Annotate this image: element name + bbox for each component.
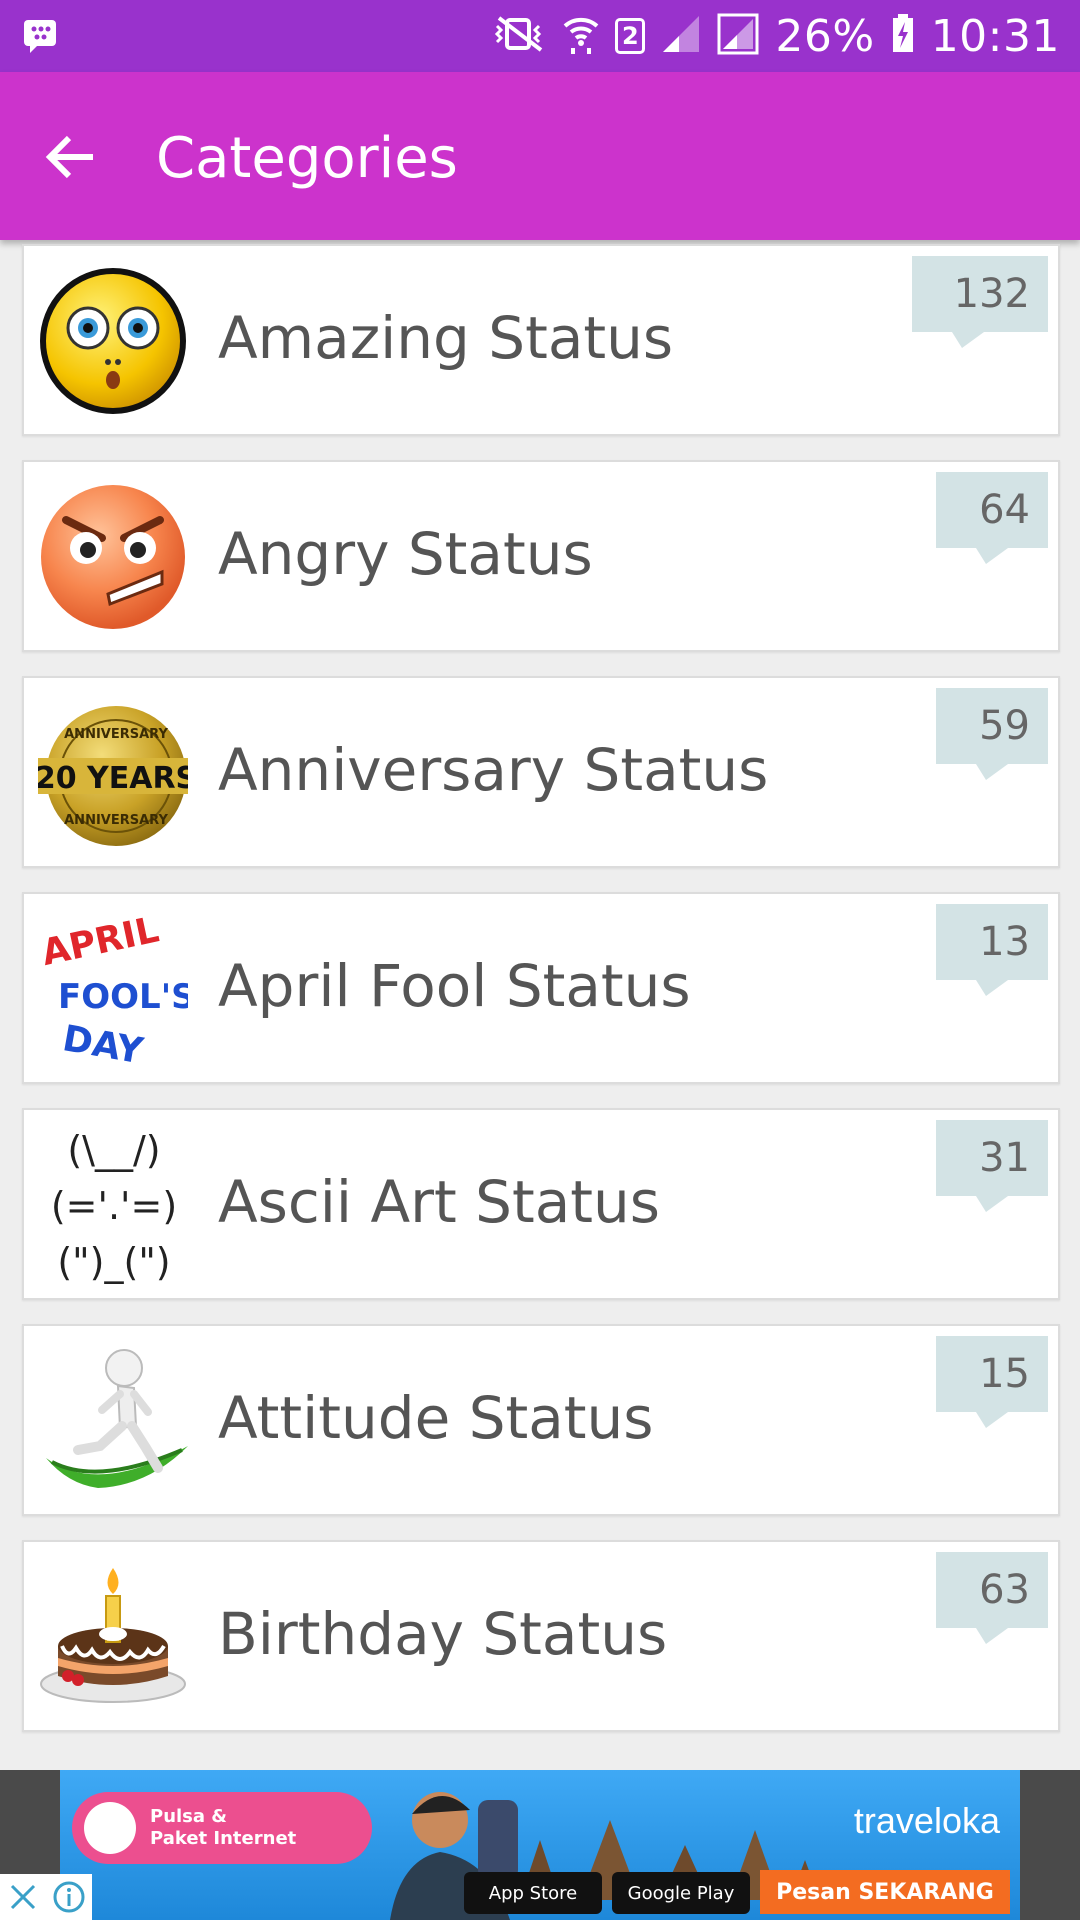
- ad-banner[interactable]: Pulsa & Paket Internet traveloka App Sto…: [0, 1770, 1080, 1920]
- category-label: April Fool Status: [218, 952, 691, 1020]
- sim-2-icon: 2: [615, 18, 646, 54]
- bbm-notification-icon: [22, 18, 58, 58]
- wifi-icon: [563, 12, 599, 60]
- ad-brand: traveloka: [853, 1800, 1000, 1841]
- category-item-ascii-art[interactable]: (\__/) (='.'=) (")_(") Ascii Art Status …: [22, 1108, 1060, 1300]
- google-play-badge[interactable]: Google Play: [612, 1872, 750, 1914]
- ad-promo-pill: Pulsa & Paket Internet: [72, 1792, 372, 1864]
- category-label: Attitude Status: [218, 1384, 654, 1452]
- battery-percent: 26%: [775, 10, 875, 62]
- april-fools-day-icon: APRIL FOOL'S DAY: [38, 909, 188, 1068]
- april-text: APRIL: [38, 909, 162, 974]
- google-play-label: Google Play: [627, 1882, 735, 1904]
- category-label: Amazing Status: [218, 304, 674, 372]
- status-bar: 2 26% 10:31: [0, 0, 1080, 72]
- ad-info-button[interactable]: [46, 1874, 92, 1920]
- category-label: Birthday Status: [218, 1600, 668, 1668]
- anniversary-badge-icon: ANNIVERSARY 20 YEARS ANNIVERSARY: [38, 706, 188, 846]
- count-badge: 31: [936, 1120, 1048, 1212]
- app-store-badge[interactable]: App Store: [464, 1872, 602, 1914]
- battery-charging-icon: [891, 14, 915, 58]
- vibrate-mute-icon: [491, 14, 547, 58]
- category-item-angry[interactable]: Angry Status 64: [22, 460, 1060, 652]
- category-item-anniversary[interactable]: ANNIVERSARY 20 YEARS ANNIVERSARY Anniver…: [22, 676, 1060, 868]
- signal-icon-2: [717, 13, 759, 59]
- ad-cta-button[interactable]: Pesan SEKARANG: [760, 1870, 1010, 1914]
- birthday-cake-icon: [40, 1568, 186, 1703]
- category-label: Anniversary Status: [218, 736, 769, 804]
- category-label: Angry Status: [218, 520, 593, 588]
- count-badge: 15: [936, 1336, 1048, 1428]
- ad-close-button[interactable]: [0, 1874, 46, 1920]
- fools-text: FOOL'S: [58, 977, 188, 1017]
- ascii-bunny-icon: (\__/) (='.'=) (")_("): [50, 1128, 178, 1284]
- category-label: Ascii Art Status: [218, 1168, 660, 1236]
- category-item-birthday[interactable]: Birthday Status 63: [22, 1540, 1060, 1732]
- arrow-left-icon: [45, 135, 93, 179]
- ad-promo-text: Pulsa & Paket Internet: [150, 1806, 297, 1849]
- count-badge: 59: [936, 688, 1048, 780]
- page-title: Categories: [156, 126, 458, 191]
- day-text: DAY: [60, 1018, 147, 1068]
- close-icon: [10, 1884, 36, 1910]
- count-badge: 132: [912, 256, 1048, 348]
- surprised-emoji-icon: [40, 268, 186, 414]
- category-item-attitude[interactable]: Attitude Status 15: [22, 1324, 1060, 1516]
- anniversary-top-text: ANNIVERSARY: [64, 727, 168, 742]
- count-badge: 63: [936, 1552, 1048, 1644]
- category-list[interactable]: Amazing Status 132 Angry Status 64 ANNIV…: [22, 244, 1060, 1756]
- traveloka-ad[interactable]: Pulsa & Paket Internet traveloka App Sto…: [60, 1770, 1020, 1920]
- signal-icon: [661, 14, 701, 58]
- anniversary-bottom-text: ANNIVERSARY: [64, 813, 168, 828]
- running-figure-icon: [46, 1349, 188, 1488]
- anniversary-main-text: 20 YEARS: [38, 761, 188, 796]
- app-store-label: App Store: [488, 1882, 578, 1904]
- category-item-april-fool[interactable]: APRIL FOOL'S DAY April Fool Status 13: [22, 892, 1060, 1084]
- angry-emoji-icon: [41, 485, 185, 629]
- back-button[interactable]: [36, 122, 106, 192]
- app-bar: Categories: [0, 72, 1080, 240]
- count-badge: 13: [936, 904, 1048, 996]
- category-item-amazing[interactable]: Amazing Status 132: [22, 244, 1060, 436]
- clock: 10:31: [930, 10, 1060, 62]
- signal-bars-icon: [84, 1802, 136, 1854]
- info-icon: [53, 1881, 85, 1913]
- count-badge: 64: [936, 472, 1048, 564]
